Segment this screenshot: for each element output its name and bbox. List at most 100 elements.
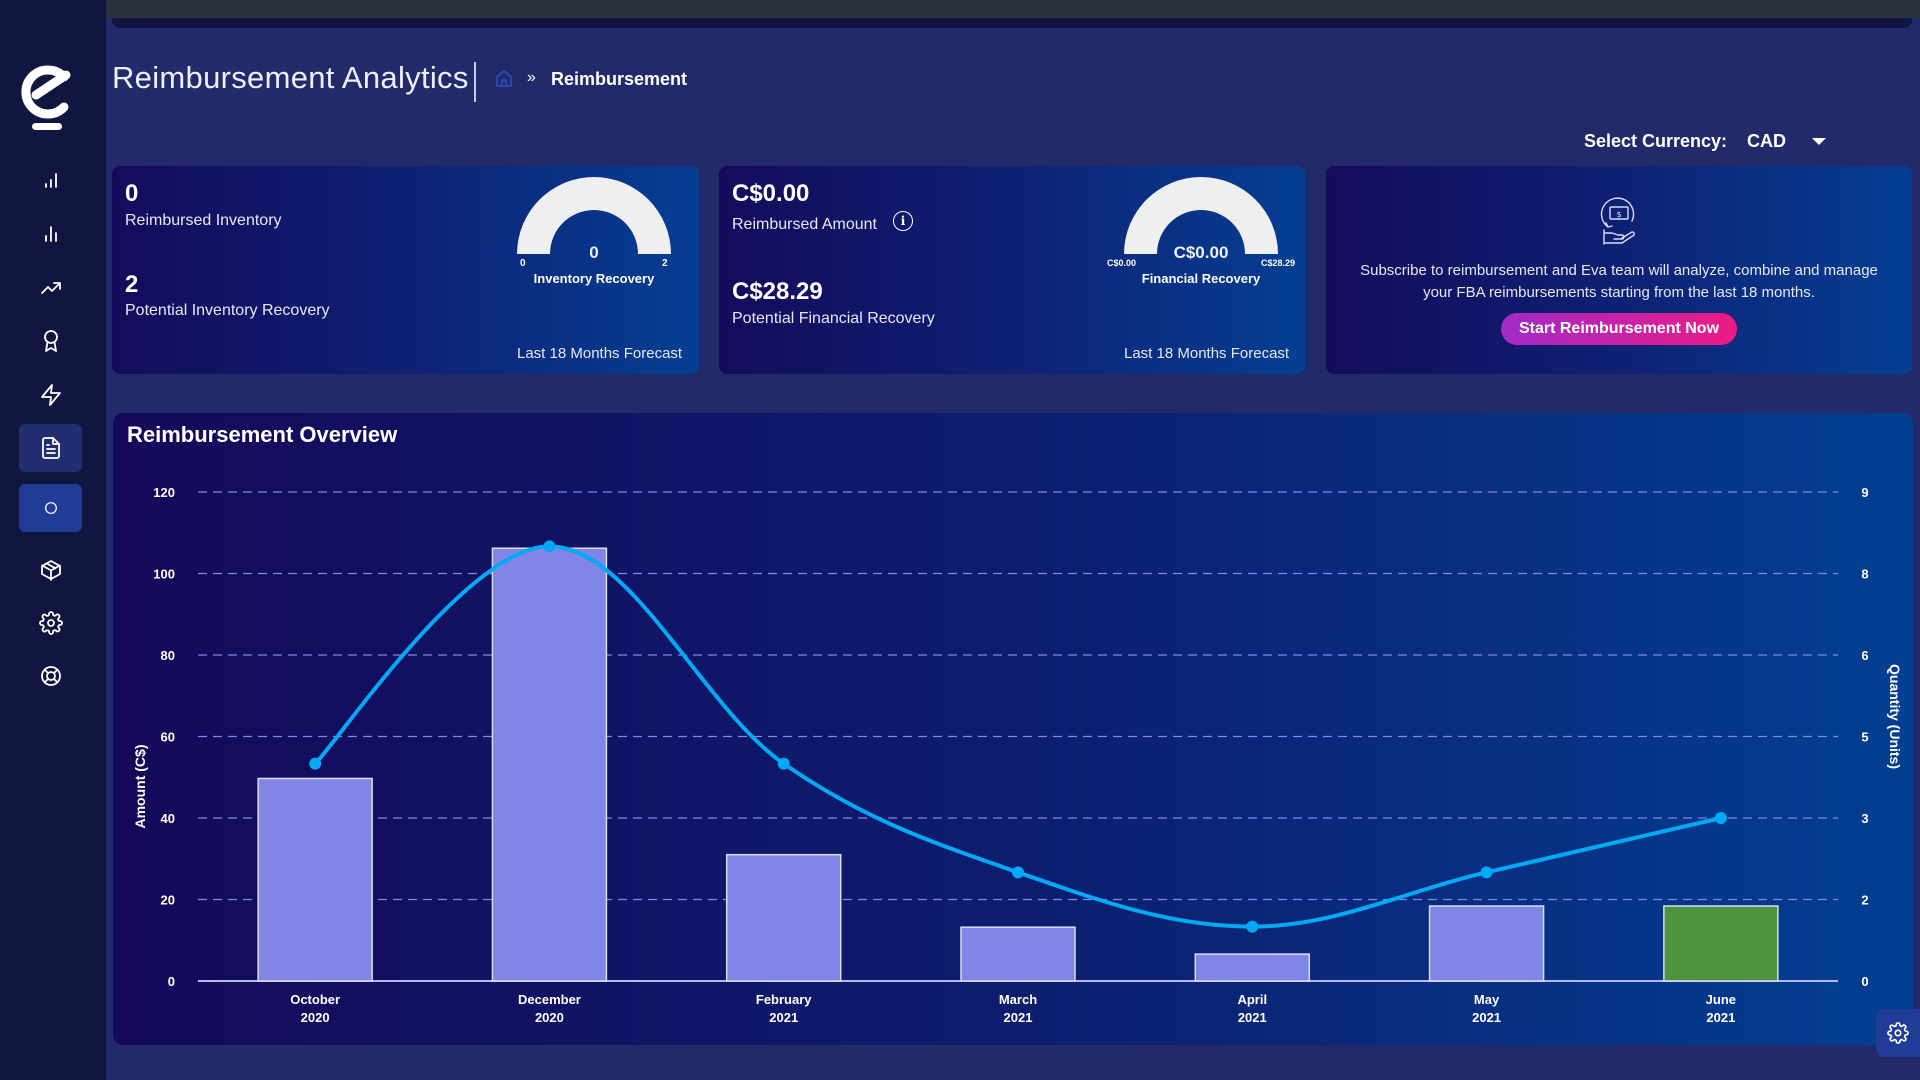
y-tick-right: 3: [1861, 811, 1868, 826]
bar: [960, 926, 1076, 982]
svg-text:$: $: [1616, 210, 1621, 219]
breadcrumb-current: Reimbursement: [551, 69, 688, 89]
floating-settings-button[interactable]: [1876, 1009, 1920, 1057]
y-tick-right: 8: [1861, 567, 1868, 582]
gauge-max: 2: [662, 258, 668, 269]
currency-value[interactable]: CAD: [1747, 131, 1786, 152]
sidebar-item-settings[interactable]: [19, 599, 82, 647]
trending-up-icon: [40, 282, 61, 294]
quantity-point: [1246, 920, 1259, 933]
y-tick-left: 0: [168, 974, 175, 989]
bar: [257, 777, 373, 982]
home-icon[interactable]: [494, 68, 514, 88]
gauge-min: 0: [520, 258, 526, 269]
y-tick-left: 20: [161, 893, 175, 908]
bar: [1428, 905, 1545, 982]
forecast-label: Last 18 Months Forecast: [1124, 345, 1290, 362]
signal-bars-icon: [44, 173, 57, 188]
inventory-recovery-gauge: 0 0 2 Inventory Recovery: [504, 174, 684, 304]
chevron-down-icon[interactable]: [1812, 138, 1826, 145]
title-divider: [474, 62, 476, 102]
info-icon[interactable]: i: [893, 211, 913, 231]
inventory-card: 0 Reimbursed Inventory 2 Potential Inven…: [112, 166, 699, 374]
bar: [491, 547, 608, 982]
subscribe-card: $ Subscribe to reimbursement and Eva tea…: [1326, 166, 1912, 374]
gauge-label: Financial Recovery: [1141, 271, 1261, 286]
settings-icon: [1887, 1022, 1909, 1044]
y-tick-right: 5: [1861, 730, 1868, 745]
top-strip: [112, 18, 1912, 28]
bar: [725, 853, 842, 982]
quantity-point: [1480, 866, 1493, 879]
bar: [1194, 953, 1311, 982]
y-tick-right: 0: [1861, 974, 1868, 989]
x-tick-label: 2021: [1706, 1010, 1735, 1025]
y-tick-left: 40: [161, 811, 175, 826]
sidebar-item-sales[interactable]: [19, 210, 82, 258]
sidebar-item-trends[interactable]: [19, 264, 82, 312]
gauge-label: Inventory Recovery: [533, 271, 655, 286]
x-tick-label: December: [518, 992, 581, 1007]
top-bar: [106, 0, 1920, 18]
x-tick-label: June: [1706, 992, 1736, 1007]
start-reimbursement-button[interactable]: Start Reimbursement Now: [1501, 313, 1737, 345]
settings-icon: [38, 611, 63, 635]
x-tick-label: October: [290, 992, 340, 1007]
reimbursed-inventory-value: 0: [125, 180, 139, 207]
y-tick-right: 9: [1861, 485, 1868, 500]
sidebar-item-support[interactable]: [19, 652, 82, 700]
sidebar-item-awards[interactable]: [19, 317, 82, 365]
document-icon: [41, 437, 60, 459]
sidebar-item-inventory[interactable]: [19, 546, 82, 594]
reimbursed-amount-label: Reimbursed Amount: [732, 216, 877, 233]
x-tick-label: 2020: [535, 1010, 564, 1025]
circle-icon: [44, 502, 57, 514]
reimbursed-inventory-label: Reimbursed Inventory: [125, 212, 282, 229]
potential-financial-value: C$28.29: [732, 278, 823, 305]
financial-card: C$0.00 Reimbursed Amount i C$28.29 Poten…: [719, 166, 1305, 374]
currency-selector[interactable]: Select Currency: CAD: [1584, 131, 1826, 152]
y-tick-left: 100: [153, 567, 175, 582]
potential-financial-label: Potential Financial Recovery: [732, 310, 935, 327]
sidebar: [0, 0, 106, 1080]
lightning-icon: [40, 384, 61, 406]
money-hand-icon: $: [1600, 197, 1635, 245]
gauge-min: C$0.00: [1107, 258, 1137, 268]
quantity-point: [1012, 866, 1024, 879]
quantity-point: [1714, 812, 1727, 824]
forecast-label: Last 18 Months Forecast: [517, 345, 683, 362]
x-tick-label: March: [999, 992, 1037, 1007]
quantity-point: [309, 757, 322, 770]
y-tick-left: 60: [161, 730, 175, 745]
breadcrumb-separator: »: [527, 69, 536, 86]
x-tick-label: 2021: [769, 1010, 798, 1025]
x-tick-label: 2020: [301, 1010, 330, 1025]
subscribe-description: Subscribe to reimbursement and Eva team …: [1360, 262, 1878, 301]
x-tick-label: 2021: [1472, 1010, 1501, 1025]
box-icon: [40, 560, 61, 581]
page-title: Reimbursement Analytics: [112, 60, 469, 95]
potential-inventory-label: Potential Inventory Recovery: [125, 302, 330, 319]
x-tick-label: 2021: [1238, 1010, 1267, 1025]
quantity-point: [543, 540, 556, 553]
sidebar-item-dashboard[interactable]: [19, 157, 82, 205]
x-tick-label: April: [1237, 992, 1267, 1007]
y-tick-left: 120: [153, 485, 175, 500]
x-tick-label: May: [1474, 992, 1500, 1007]
lifebuoy-icon: [40, 666, 61, 686]
currency-label: Select Currency:: [1583, 131, 1727, 151]
sidebar-item-automation[interactable]: [19, 371, 82, 419]
y-tick-left: 80: [161, 648, 175, 663]
x-tick-label: February: [756, 992, 812, 1007]
y-axis-label-right: Quantity (Units): [1887, 664, 1903, 769]
gauge-max: C$28.29: [1261, 258, 1296, 268]
sidebar-item-reimbursement[interactable]: [19, 484, 82, 532]
reimbursed-amount-value: C$0.00: [732, 180, 810, 207]
quantity-point: [777, 757, 790, 770]
award-icon: [43, 330, 58, 352]
y-axis-label-left: Amount (C$): [132, 745, 148, 829]
eva-logo[interactable]: [14, 55, 76, 135]
reimbursement-overview-chart: Reimbursement Overview 0 20 40 60 80 100 120 0 2…: [113, 413, 1913, 1045]
sidebar-item-reports[interactable]: [19, 424, 82, 472]
x-tick-label: 2021: [1004, 1010, 1033, 1025]
